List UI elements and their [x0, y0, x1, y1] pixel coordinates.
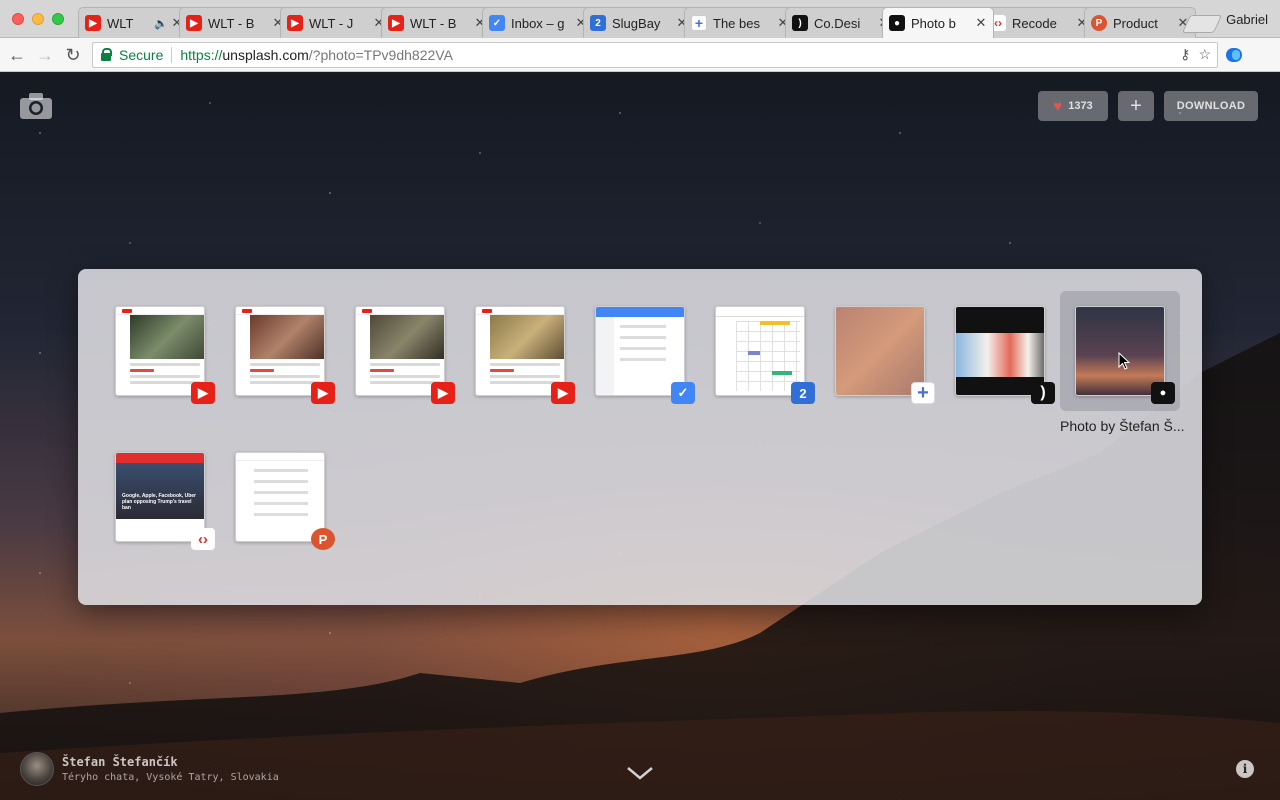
- recode-headline: Google, Apple, Facebook, Uber plan oppos…: [122, 493, 200, 511]
- tab-recode[interactable]: ‹› Recode ✕: [983, 7, 1095, 38]
- extension-icon[interactable]: [1226, 48, 1242, 62]
- tab-title: WLT - B: [410, 16, 474, 31]
- chevron-down-icon[interactable]: [626, 766, 654, 780]
- add-to-collection-button[interactable]: +: [1118, 91, 1154, 121]
- tab-thumbnail-youtube-2[interactable]: ▶: [235, 306, 327, 398]
- lock-icon: [101, 53, 111, 61]
- calendar-icon: 2: [791, 382, 815, 404]
- new-tab-button[interactable]: [1182, 15, 1222, 33]
- avatar[interactable]: [20, 752, 54, 786]
- tab-thumbnail-calendar[interactable]: 2: [715, 306, 807, 398]
- omnibox-divider: [171, 47, 172, 63]
- tab-thumbnail-product-hunt[interactable]: P: [235, 452, 327, 544]
- codesign-icon: ): [792, 15, 808, 31]
- camera-icon: ●: [889, 15, 905, 31]
- inbox-icon: ✓: [489, 15, 505, 31]
- tab-thumbnail-co-design[interactable]: ): [955, 306, 1047, 398]
- photo-credit: Štefan Štefančík Téryho chata, Vysoké Ta…: [20, 752, 279, 786]
- key-icon[interactable]: ⚷: [1180, 46, 1190, 63]
- mouse-cursor-icon: [1118, 352, 1130, 370]
- photo-actions: ♥ 1373 + DOWNLOAD: [1038, 91, 1258, 121]
- tab-co-design[interactable]: ) Co.Desi ✕: [785, 7, 897, 38]
- tab-youtube-1[interactable]: ▶ WLT 🔈 ✕: [78, 7, 190, 38]
- profile-name[interactable]: Gabriel: [1226, 12, 1268, 27]
- tab-title: WLT - B: [208, 16, 272, 31]
- camera-icon: ●: [1151, 382, 1175, 404]
- author-name[interactable]: Štefan Štefančík: [62, 755, 279, 769]
- download-button[interactable]: DOWNLOAD: [1164, 91, 1258, 121]
- page-preview: [235, 452, 325, 542]
- tab-title: Photo b: [911, 16, 975, 31]
- recode-icon: ‹›: [191, 528, 215, 550]
- tab-thumbnail-youtube-3[interactable]: ▶: [355, 306, 447, 398]
- youtube-icon: ▶: [431, 382, 455, 404]
- tab-youtube-2[interactable]: ▶ WLT - B ✕: [179, 7, 291, 38]
- tab-title: Product: [1113, 16, 1177, 31]
- youtube-icon: ▶: [191, 382, 215, 404]
- tab-title: Recode: [1012, 16, 1076, 31]
- selected-tab-title: Photo by Štefan Š...: [1060, 418, 1190, 434]
- url-scheme: https://: [180, 47, 222, 63]
- producthunt-icon: P: [311, 528, 335, 550]
- close-window-button[interactable]: [12, 13, 24, 25]
- minimize-window-button[interactable]: [32, 13, 44, 25]
- tab-thumbnail-the-best[interactable]: +: [835, 306, 927, 398]
- address-bar[interactable]: Secure https:// unsplash.com /?photo=TPv…: [92, 42, 1218, 68]
- tab-title: Co.Desi: [814, 16, 878, 31]
- youtube-icon: ▶: [186, 15, 202, 31]
- codesign-icon: ): [1031, 382, 1055, 404]
- tab-title: WLT: [107, 16, 151, 31]
- like-button[interactable]: ♥ 1373: [1038, 91, 1108, 121]
- tab-title: WLT - J: [309, 16, 373, 31]
- url-host: unsplash.com: [222, 47, 308, 63]
- youtube-icon: ▶: [551, 382, 575, 404]
- camera-logo-icon[interactable]: [20, 93, 52, 119]
- photo-location: Téryho chata, Vysoké Tatry, Slovakia: [62, 772, 279, 783]
- browser-toolbar: ← → ↻ Secure https:// unsplash.com /?pho…: [0, 38, 1280, 72]
- tab-thumbnail-recode[interactable]: Google, Apple, Facebook, Uber plan oppos…: [115, 452, 207, 544]
- tab-youtube-4[interactable]: ▶ WLT - B ✕: [381, 7, 493, 38]
- youtube-icon: ▶: [287, 15, 303, 31]
- youtube-icon: ▶: [388, 15, 404, 31]
- audio-playing-icon[interactable]: 🔈: [154, 17, 168, 30]
- producthunt-icon: P: [1091, 15, 1107, 31]
- plus-icon: +: [911, 382, 935, 404]
- url-path: /?photo=TPv9dh822VA: [309, 47, 453, 63]
- youtube-icon: ▶: [85, 15, 101, 31]
- inbox-icon: ✓: [671, 382, 695, 404]
- tab-inbox[interactable]: ✓ Inbox – g ✕: [482, 7, 594, 38]
- tab-title: The bes: [713, 16, 777, 31]
- calendar-icon: 2: [590, 15, 606, 31]
- tab-strip: ▶ WLT 🔈 ✕ ▶ WLT - B ✕ ▶ WLT - J ✕ ▶ WLT …: [0, 0, 1280, 38]
- forward-arrow-icon[interactable]: →: [34, 44, 56, 66]
- tab-unsplash-photo[interactable]: ● Photo b ✕: [882, 7, 994, 38]
- tab-close-icon[interactable]: ✕: [975, 15, 987, 31]
- tab-switcher-overlay: ▶ ▶ ▶ ▶ ✓: [78, 269, 1202, 605]
- like-count: 1373: [1068, 100, 1092, 112]
- tab-title: SlugBay: [612, 16, 676, 31]
- tab-title: Inbox – g: [511, 16, 575, 31]
- reload-icon[interactable]: ↻: [62, 44, 84, 66]
- tab-thumbnail-youtube-1[interactable]: ▶: [115, 306, 207, 398]
- tab-youtube-3[interactable]: ▶ WLT - J ✕: [280, 7, 392, 38]
- tab-thumbnail-inbox[interactable]: ✓: [595, 306, 687, 398]
- youtube-icon: ▶: [311, 382, 335, 404]
- tab-product-hunt[interactable]: P Product ✕: [1084, 7, 1196, 38]
- tab-calendar[interactable]: 2 SlugBay ✕: [583, 7, 695, 38]
- heart-icon: ♥: [1053, 98, 1062, 115]
- plus-icon: +: [691, 15, 707, 31]
- bookmark-star-icon[interactable]: ☆: [1198, 46, 1211, 63]
- tab-the-best[interactable]: + The bes ✕: [684, 7, 796, 38]
- zoom-window-button[interactable]: [52, 13, 64, 25]
- secure-label: Secure: [119, 47, 163, 63]
- tab-thumbnail-youtube-4[interactable]: ▶: [475, 306, 567, 398]
- back-arrow-icon[interactable]: ←: [6, 44, 28, 66]
- info-icon[interactable]: i: [1236, 760, 1254, 778]
